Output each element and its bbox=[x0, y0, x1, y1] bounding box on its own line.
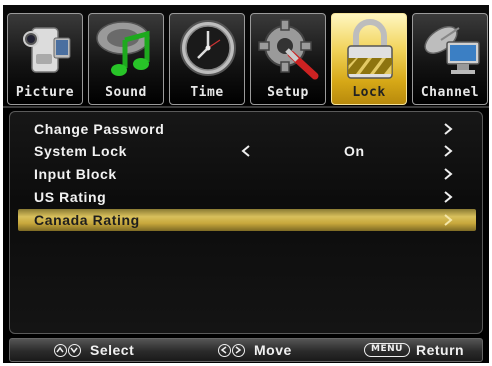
down-button-icon bbox=[68, 343, 81, 357]
chevron-right-icon[interactable] bbox=[442, 145, 454, 157]
navigation-hint-bar: Select Move MENU Return bbox=[9, 338, 483, 362]
menu-item-label: Change Password bbox=[34, 121, 165, 137]
move-hint-label: Move bbox=[254, 342, 292, 358]
chevron-right-icon bbox=[444, 191, 453, 203]
system-lock-value: On bbox=[344, 143, 365, 159]
camcorder-icon bbox=[23, 27, 71, 73]
tab-label: Setup bbox=[267, 85, 309, 100]
menu-item-system-lock[interactable]: System Lock On bbox=[18, 140, 476, 162]
select-hint-label: Select bbox=[90, 342, 135, 358]
right-button-icon bbox=[232, 343, 245, 357]
tv-osd-menu: Picture Sound Time Setup Lock Channel Ch… bbox=[3, 5, 489, 363]
tab-lock[interactable]: Lock bbox=[331, 13, 407, 105]
menu-item-label: US Rating bbox=[34, 189, 107, 205]
return-hint: MENU Return bbox=[364, 339, 464, 361]
menu-item-label: System Lock bbox=[34, 143, 127, 159]
tab-label: Sound bbox=[105, 85, 147, 100]
menu-key-icon: MENU bbox=[364, 343, 410, 357]
clock-icon bbox=[180, 20, 236, 76]
menu-item-change-password[interactable]: Change Password bbox=[18, 118, 476, 140]
tab-label: Channel bbox=[420, 85, 480, 100]
return-hint-label: Return bbox=[415, 342, 465, 358]
chevron-right-icon bbox=[444, 168, 453, 180]
music-note-icon bbox=[96, 21, 150, 76]
menu-item-us-rating[interactable]: US Rating bbox=[18, 186, 476, 208]
tab-label: Lock bbox=[352, 85, 386, 100]
chevron-right-icon bbox=[444, 123, 453, 135]
tab-sound[interactable]: Sound bbox=[88, 13, 164, 105]
menu-item-canada-rating[interactable]: Canada Rating bbox=[18, 209, 476, 231]
satellite-dish-icon bbox=[424, 26, 480, 74]
tab-label: Picture bbox=[15, 85, 75, 100]
tab-picture[interactable]: Picture bbox=[7, 13, 83, 105]
padlock-icon bbox=[347, 19, 393, 79]
lock-menu-panel: Change Password System Lock On Input Blo… bbox=[9, 111, 483, 334]
tab-label: Time bbox=[190, 85, 224, 100]
tab-channel[interactable]: Channel bbox=[412, 13, 488, 105]
gear-wrench-icon bbox=[258, 19, 319, 80]
menu-item-label: Canada Rating bbox=[34, 212, 140, 228]
left-button-icon bbox=[218, 343, 231, 357]
move-hint: Move bbox=[218, 339, 292, 361]
category-tab-bar: Picture Sound Time Setup Lock Channel bbox=[3, 5, 489, 108]
chevron-right-icon bbox=[444, 214, 453, 226]
menu-item-label: Input Block bbox=[34, 166, 117, 182]
tab-time[interactable]: Time bbox=[169, 13, 245, 105]
tab-setup[interactable]: Setup bbox=[250, 13, 326, 105]
select-hint: Select bbox=[54, 339, 134, 361]
menu-item-input-block[interactable]: Input Block bbox=[18, 163, 476, 185]
chevron-left-icon[interactable] bbox=[240, 145, 252, 157]
up-button-icon bbox=[54, 343, 67, 357]
